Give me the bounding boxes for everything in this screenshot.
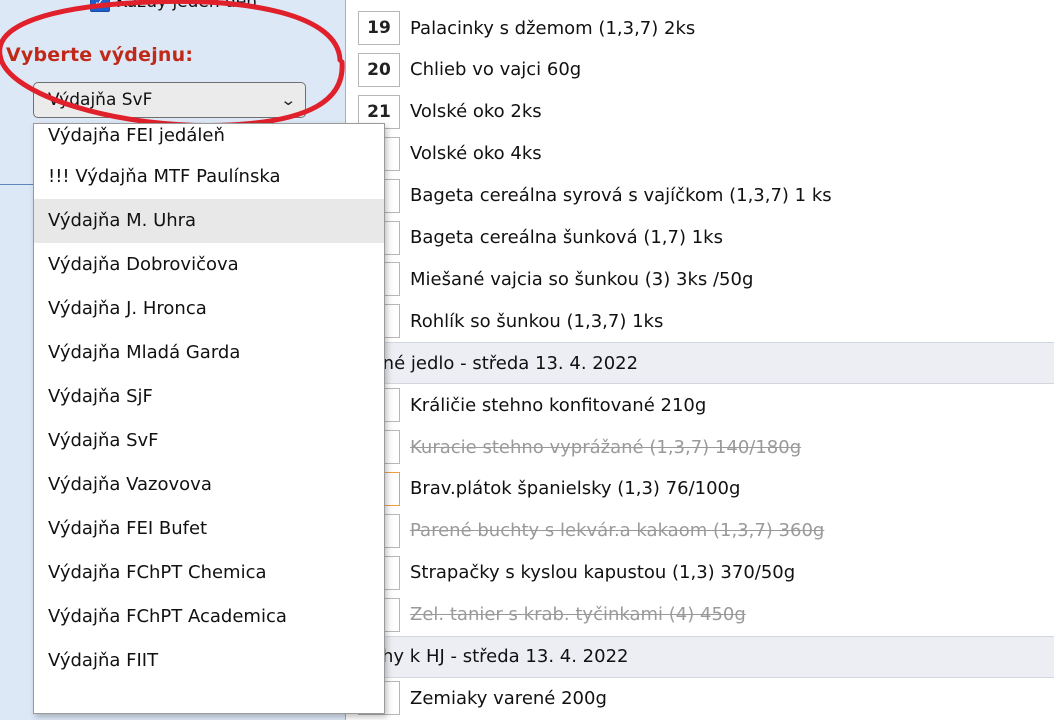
menu-item-text: Králičie stehno konfitované 210g — [410, 394, 707, 416]
menu-item-row[interactable]: 2Volské oko 4ks — [355, 133, 1054, 175]
menu-item-text: Parené buchty s lekvár.a kakaom (1,3,7) … — [410, 520, 825, 542]
menu-item-row[interactable]: 20 Chlieb vo vajci 60g — [355, 49, 1054, 91]
menu-item-row[interactable]: 7Bageta cereálna šunková (1,7) 1ks — [355, 217, 1054, 259]
menu-section-header: avné jedlo - středa 13. 4. 2022 — [355, 342, 1054, 385]
select-canteen-title: Vyberte výdejnu: — [6, 44, 194, 66]
menu-item-row[interactable]: 4Kuracie stehno vyprážané (1,3,7) 140/18… — [355, 426, 1054, 468]
dropdown-option[interactable]: Výdajňa M. Uhra — [34, 199, 384, 243]
menu-item-text: Brav.plátok španielsky (1,3) 76/100g — [410, 478, 741, 500]
menu-item-row[interactable]: 5Brav.plátok španielsky (1,3) 76/100g — [355, 468, 1054, 510]
menu-item-text: Kuracie stehno vyprážané (1,3,7) 140/180… — [410, 436, 802, 458]
dropdown-option[interactable]: Výdajňa Dobrovičova — [34, 243, 384, 287]
menu-item-row[interactable]: 8Miešané vajcia so šunkou (3) 3ks /50g — [355, 258, 1054, 300]
canteen-select-value: Výdajňa SvF — [48, 90, 153, 110]
canteen-select[interactable]: Výdajňa SvF ⌄ — [33, 82, 306, 118]
menu-item-row[interactable]: 21 Volské oko 2ks — [355, 91, 1054, 133]
canteen-dropdown-list: Výdajňa FEI jedáleň!!! Výdajňa MTF Paulí… — [33, 123, 385, 714]
menu-item-text: Zemiaky varené 200g — [410, 687, 607, 709]
menu-item-text: Zel. tanier s krab. tyčinkami (4) 450g — [410, 604, 746, 626]
dropdown-option[interactable]: Výdajňa FIIT — [34, 639, 384, 683]
menu-item-row[interactable]: 5Bageta cereálna syrová s vajíčkom (1,3,… — [355, 175, 1054, 217]
dropdown-option[interactable]: !!! Výdajňa MTF Paulínska — [34, 155, 384, 199]
menu-item-text: Strapačky s kyslou kapustou (1,3) 370/50… — [410, 562, 796, 584]
menu-item-text: Volské oko 2ks — [410, 101, 542, 123]
menu-item-number[interactable]: 20 — [358, 52, 400, 87]
menu-section-header: ílohy k HJ - středa 13. 4. 2022 — [355, 635, 1054, 678]
menu-item-text: Chlieb vo vajci 60g — [410, 59, 582, 81]
dropdown-option[interactable]: Výdajňa FChPT Academica — [34, 595, 384, 639]
checkbox-checked-icon[interactable]: ✓ — [90, 0, 110, 12]
menu-item-row[interactable]: 9Parené buchty s lekvár.a kakaom (1,3,7)… — [355, 510, 1054, 552]
dropdown-option[interactable]: Výdajňa Vazovova — [34, 463, 384, 507]
menu-item-text: Rohlík so šunkou (1,3,7) 1ks — [410, 310, 664, 332]
menu-list: 19 Palacinky s džemom (1,3,7) 2ks 20 Chlieb… — [355, 0, 1054, 720]
menu-item-row[interactable]: 0Rohlík so šunkou (1,3,7) 1ks — [355, 300, 1054, 342]
dropdown-option[interactable]: Výdajňa FChPT Chemica — [34, 551, 384, 595]
menu-item-number[interactable]: 19 — [358, 11, 400, 45]
menu-item-text: Palacinky s džemom (1,3,7) 2ks — [410, 17, 696, 39]
dropdown-option[interactable]: Výdajňa FEI jedáleň — [34, 124, 384, 155]
dropdown-option[interactable]: Výdajňa FEI Bufet — [34, 507, 384, 551]
dropdown-option[interactable]: Výdajňa Mladá Garda — [34, 331, 384, 375]
chevron-down-icon: ⌄ — [280, 91, 297, 109]
menu-item-row[interactable]: 1Králičie stehno konfitované 210g — [355, 384, 1054, 426]
dropdown-option[interactable]: Výdajňa J. Hronca — [34, 287, 384, 331]
menu-item-text: Miešané vajcia so šunkou (3) 3ks /50g — [410, 268, 754, 290]
dropdown-option[interactable]: Výdajňa SvF — [34, 419, 384, 463]
menu-item-row[interactable]: 7Zel. tanier s krab. tyčinkami (4) 450g — [355, 594, 1054, 636]
dropdown-option[interactable]: Výdajňa SjF — [34, 375, 384, 419]
every-day-label: Každý jeden deň — [116, 0, 258, 12]
menu-item-text: Volské oko 4ks — [410, 143, 542, 165]
menu-item-row[interactable]: 19 Palacinky s džemom (1,3,7) 2ks — [355, 7, 1054, 49]
menu-item-row[interactable]: 4Strapačky s kyslou kapustou (1,3) 370/5… — [355, 552, 1054, 594]
every-day-row[interactable]: ✓ Každý jeden deň — [90, 0, 257, 14]
menu-item-text: Bageta cereálna syrová s vajíčkom (1,3,7… — [410, 185, 832, 207]
menu-item-text: Bageta cereálna šunková (1,7) 1ks — [410, 227, 723, 248]
menu-item-row[interactable]: 1Zemiaky varené 200g — [355, 677, 1054, 719]
